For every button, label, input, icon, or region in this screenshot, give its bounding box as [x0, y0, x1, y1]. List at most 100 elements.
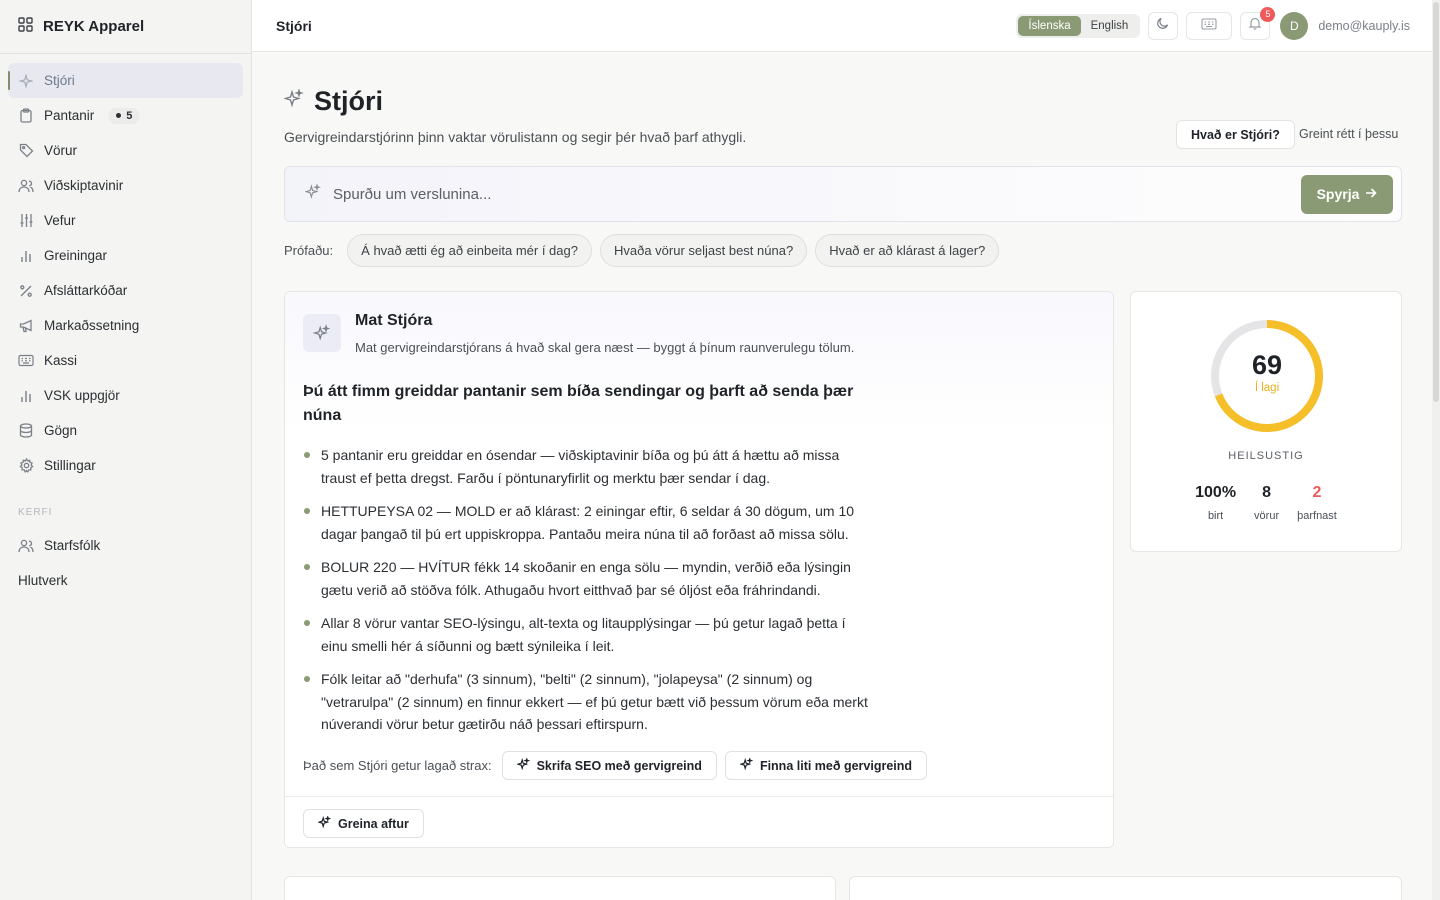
stat-published: 100% birt [1195, 484, 1236, 522]
moon-icon [1156, 16, 1170, 35]
sparkle-icon [738, 756, 754, 774]
sidebar-item-vorur[interactable]: Vörur [8, 133, 243, 168]
ask-button[interactable]: Spyrja [1301, 174, 1393, 214]
tag-icon [18, 143, 34, 159]
database-icon [18, 423, 34, 439]
sidebar-item-starfsfolk[interactable]: Starfsfólk [8, 528, 243, 563]
brand[interactable]: REYK Apparel [0, 0, 251, 54]
sparkle-icon [283, 88, 304, 114]
page-subtitle: Gervigreindarstjórinn þinn vaktar vöruli… [284, 129, 747, 145]
stat-label: birt [1207, 510, 1224, 522]
lower-card-right [849, 876, 1402, 900]
keyboard-icon [18, 353, 34, 369]
sidebar-item-label: Markaðssetning [44, 318, 140, 333]
stat-value: 8 [1262, 484, 1272, 501]
users-icon [18, 538, 34, 554]
write-seo-label: Skrifa SEO með gervigreind [536, 758, 702, 773]
main-content: Stjóri Gervigreindarstjórinn þinn vaktar… [252, 52, 1432, 900]
sparkle-icon [515, 756, 530, 774]
list-item: 5 pantanir eru greiddar en ósendar — við… [303, 444, 873, 489]
sidebar-item-label: Pantanir [44, 108, 95, 123]
find-colors-label: Finna liti með gervigreind [759, 758, 913, 773]
bar-chart-icon [18, 388, 34, 404]
ask-input[interactable] [333, 185, 1301, 203]
sidebar-item-greiningar[interactable]: Greiningar [8, 238, 243, 273]
keyboard-icon [1201, 17, 1217, 35]
list-item: HETTUPEYSA 02 — MOLD er að klárast: 2 ei… [303, 500, 873, 545]
user-email[interactable]: demo@kauply.is [1318, 19, 1410, 33]
brand-name: REYK Apparel [43, 18, 145, 35]
sidebar-nav: Stjóri Pantanir 5 Vörur Viðskiptavinir V… [0, 54, 251, 483]
health-score-card: 69 Í lagi HEILSUSTIG 100% birt 8 vörur 2… [1130, 291, 1402, 552]
stat-products: 8 vörur [1254, 484, 1279, 522]
assessment-headline: Þú átt fimm greiddar pantanir sem bíða s… [303, 383, 854, 424]
quick-fix-row: Það sem Stjóri getur lagað strax: Skrifa… [303, 751, 928, 780]
avatar[interactable]: D [1280, 11, 1309, 40]
suggestions-label: Prófaðu: [284, 243, 334, 258]
grid-icon [18, 16, 33, 37]
sidebar-item-label: Vefur [44, 213, 76, 228]
list-item: BOLUR 220 — HVÍTUR fékk 14 skoðanir en e… [303, 556, 873, 601]
what-is-stjori-button[interactable]: Hvað er Stjóri? [1176, 120, 1295, 149]
assessment-card: Mat Stjóra Mat gervigreindarstjórans á h… [284, 291, 1114, 848]
lang-is-button[interactable]: Íslenska [1018, 15, 1081, 36]
page-header: Stjóri [283, 86, 384, 117]
reanalyze-label: Greina aftur [338, 816, 409, 831]
dark-mode-button[interactable] [1148, 11, 1179, 40]
sidebar-item-label: Viðskiptavinir [44, 178, 124, 193]
assessment-header: Mat Stjóra Mat gervigreindarstjórans á h… [303, 312, 854, 355]
sidebar-item-vidskiptavinir[interactable]: Viðskiptavinir [8, 168, 243, 203]
gear-icon [18, 458, 34, 474]
sidebar-item-pantanir[interactable]: Pantanir 5 [8, 98, 243, 133]
scrollbar[interactable] [1432, 0, 1440, 900]
suggestion-chip[interactable]: Hvað er að klárast á lager? [815, 234, 1000, 267]
scrollbar-thumb[interactable] [1433, 2, 1439, 402]
sidebar-item-hlutverk[interactable]: Hlutverk [8, 563, 243, 598]
sidebar-item-stjori[interactable]: Stjóri [8, 63, 243, 98]
stat-needs-attention: 2 þarfnast [1297, 484, 1337, 522]
notifications-button[interactable]: 5 [1240, 6, 1276, 40]
stat-label: vörur [1254, 510, 1280, 522]
list-item: Fólk leitar að "derhufa" (3 sinnum), "be… [303, 668, 873, 736]
sidebar-item-label: Gögn [44, 423, 78, 438]
sparkle-icon [304, 182, 321, 205]
sidebar-item-label: Starfsfólk [44, 538, 101, 553]
sidebar-item-label: Vörur [44, 143, 78, 158]
sparkle-icon [316, 814, 332, 832]
find-colors-button[interactable]: Finna liti með gervigreind [724, 751, 928, 780]
sidebar-item-label: Afsláttarkóðar [44, 283, 128, 298]
assessment-title: Mat Stjóra [355, 312, 433, 329]
sidebar-item-label: VSK uppgjör [44, 388, 120, 403]
sidebar-item-markadssetning[interactable]: Markaðssetning [8, 308, 243, 343]
clipboard-icon [18, 108, 34, 124]
sidebar-item-kassi[interactable]: Kassi [8, 343, 243, 378]
keyboard-shortcuts-button[interactable] [1186, 11, 1233, 40]
write-seo-button[interactable]: Skrifa SEO með gervigreind [501, 751, 717, 780]
stat-value: 2 [1312, 484, 1322, 501]
sidebar-item-afslattarkodar[interactable]: Afsláttarkóðar [8, 273, 243, 308]
stat-value: 100% [1195, 484, 1237, 501]
suggestion-chip[interactable]: Á hvað ætti ég að einbeita mér í dag? [347, 234, 592, 267]
sidebar-item-vsk-uppgjor[interactable]: VSK uppgjör [8, 378, 243, 413]
sliders-icon [18, 213, 34, 229]
ask-button-label: Spyrja [1316, 186, 1360, 202]
topbar: Stjóri Íslenska English 5 D demo@kauply.… [252, 0, 1432, 52]
assessment-footer: Greina aftur [285, 796, 1113, 847]
analyzed-status: Greint rétt í þessu [1299, 127, 1399, 141]
sidebar-item-vefur[interactable]: Vefur [8, 203, 243, 238]
health-stats: 100% birt 8 vörur 2 þarfnast [1131, 484, 1401, 522]
suggestions-row: Prófaðu: Á hvað ætti ég að einbeita mér … [284, 234, 1000, 267]
sidebar-item-stillingar[interactable]: Stillingar [8, 448, 243, 483]
list-item: Allar 8 vörur vantar SEO-lýsingu, alt-te… [303, 612, 873, 657]
sparkle-icon [303, 314, 341, 352]
suggestion-chip[interactable]: Hvaða vörur seljast best núna? [599, 234, 808, 267]
lang-en-button[interactable]: English [1081, 16, 1139, 36]
bell-icon [1248, 16, 1262, 35]
sidebar-item-gogn[interactable]: Gögn [8, 413, 243, 448]
reanalyze-button[interactable]: Greina aftur [303, 809, 424, 838]
sidebar-item-label: Stjóri [44, 73, 75, 88]
health-score: 69 [1251, 350, 1283, 380]
sidebar: REYK Apparel Stjóri Pantanir 5 Vörur Við… [0, 0, 252, 900]
page-title: Stjóri [314, 86, 384, 116]
topbar-title: Stjóri [276, 17, 312, 34]
